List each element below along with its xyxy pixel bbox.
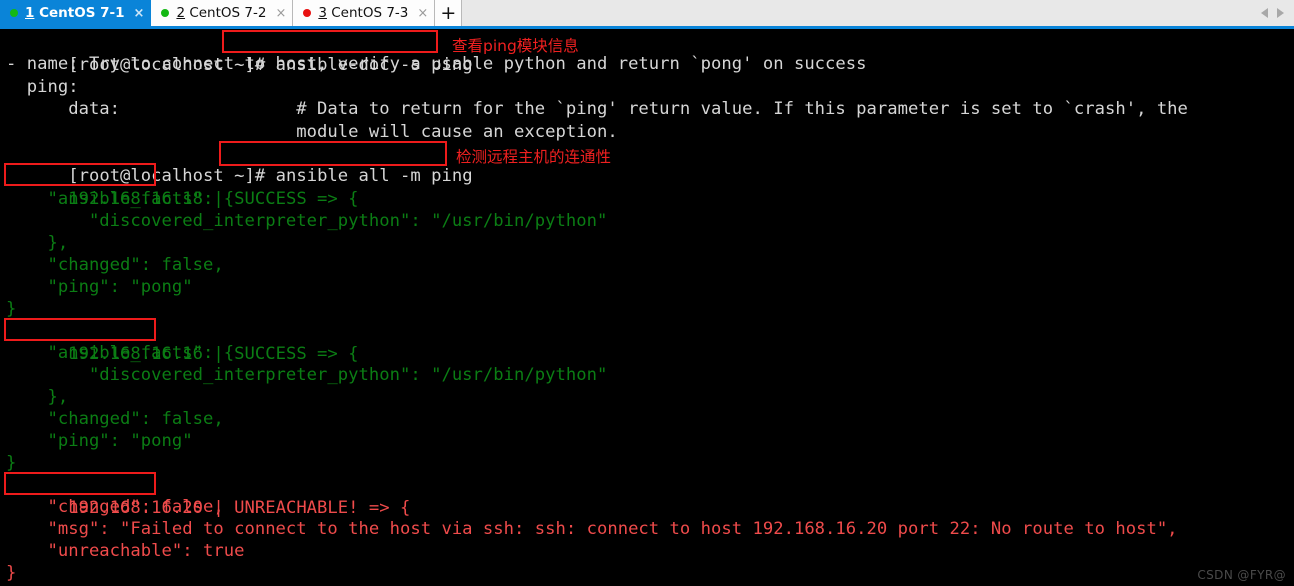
watermark: CSDN @FYR@ [1197, 568, 1286, 582]
tab-centos-7-1[interactable]: 1 CentOS 7-1 × [0, 0, 152, 26]
tab-label: 1 CentOS 7-1 [25, 5, 125, 21]
tab-label: 2 CentOS 7-2 [176, 5, 266, 21]
host-body-line: "changed": false, [6, 255, 224, 275]
doc-output-line-3: data: # Data to return for the `ping' re… [6, 99, 1188, 119]
tab-name: CentOS 7-2 [189, 5, 267, 21]
host-body-line: } [6, 299, 17, 319]
host-body-line: "ansible_facts": { [6, 343, 235, 363]
tab-status-dot-disconnected [303, 9, 312, 17]
command-line-3: [root@localhost ~]# [6, 580, 286, 586]
host-body-line: }, [6, 233, 69, 253]
chevron-left-icon[interactable] [1261, 8, 1268, 18]
doc-output-line-4: module will cause an exception. [6, 122, 618, 142]
host-status: SUCCESS [234, 188, 307, 209]
tab-index: 2 [176, 5, 186, 21]
host-brace: => { [358, 497, 411, 518]
host-body-line: "ping": "pong" [6, 431, 193, 451]
tab-label: 3 CentOS 7-3 [318, 5, 408, 21]
chevron-right-icon[interactable] [1277, 8, 1284, 18]
tab-close-icon[interactable]: × [275, 7, 286, 20]
host-body-line: } [6, 453, 17, 473]
annotation-cmd2: 检测远程主机的连通性 [456, 148, 612, 166]
host-body-line: "changed": false, [6, 497, 224, 517]
host-body-line: "discovered_interpreter_python": "/usr/b… [6, 211, 608, 231]
tab-name: CentOS 7-3 [331, 5, 409, 21]
host-status: UNREACHABLE! [234, 497, 359, 518]
tab-status-dot-connected [10, 9, 18, 17]
tab-bar-filler [462, 0, 1251, 26]
host-body-line: "discovered_interpreter_python": "/usr/b… [6, 365, 608, 385]
tab-centos-7-2[interactable]: 2 CentOS 7-2 × [151, 0, 294, 26]
host-body-line: "ping": "pong" [6, 277, 193, 297]
host-body-line: "msg": "Failed to connect to the host vi… [6, 519, 1178, 539]
tab-index: 1 [25, 5, 35, 21]
tab-status-dot-connected [161, 9, 170, 17]
tab-close-icon[interactable]: × [417, 7, 428, 20]
tab-index: 3 [318, 5, 327, 21]
tab-name: CentOS 7-1 [39, 5, 125, 21]
doc-output-line-2: ping: [6, 77, 79, 97]
tab-bar: 1 CentOS 7-1 × 2 CentOS 7-2 × 3 CentOS 7… [0, 0, 1294, 29]
terminal-window: 1 CentOS 7-1 × 2 CentOS 7-2 × 3 CentOS 7… [0, 0, 1294, 586]
tab-centos-7-3[interactable]: 3 CentOS 7-3 × [293, 0, 436, 26]
tab-close-icon[interactable]: × [134, 7, 145, 20]
host-body-line: "changed": false, [6, 409, 224, 429]
host-body-line: "ansible_facts": { [6, 189, 235, 209]
host-body-line: }, [6, 387, 69, 407]
terminal-output[interactable]: [root@localhost ~]# ansible-doc -s ping … [0, 29, 1294, 586]
host-body-line: "unreachable": true [6, 541, 245, 561]
doc-output-line-1: - name: Try to connect to host, verify a… [6, 54, 867, 74]
host-brace: => { [306, 188, 359, 209]
new-tab-button[interactable]: + [435, 0, 463, 26]
host-brace: => { [306, 343, 359, 364]
tab-nav-arrows [1251, 0, 1294, 26]
host-status: SUCCESS [234, 343, 307, 364]
